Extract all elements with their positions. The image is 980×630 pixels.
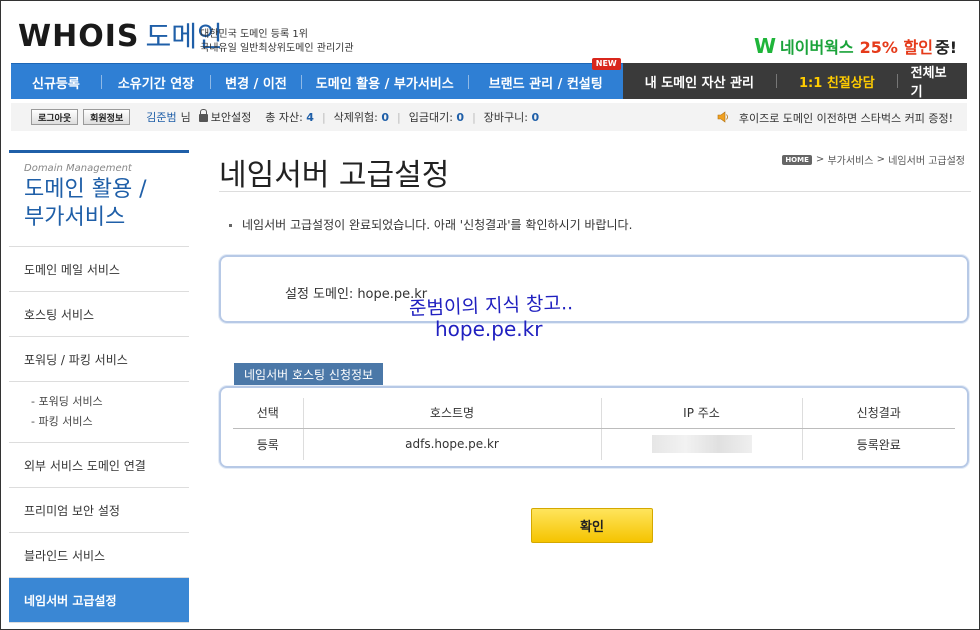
domain-row: 설정 도메인: hope.pe.kr	[285, 283, 427, 302]
nav-item-consult[interactable]: 1:1 친절상담	[777, 63, 897, 99]
stat-total-assets[interactable]: 총 자산: 4	[265, 109, 314, 125]
stat-delete-risk[interactable]: 삭제위험: 0	[334, 109, 389, 125]
nav-secondary: 내 도메인 자산 관리 1:1 친절상담 전체보기	[622, 63, 967, 100]
user-suffix: 님	[180, 111, 191, 124]
transfer-promo-notice[interactable]: 후이즈로 도메인 이전하면 스타벅스 커피 증정!	[739, 110, 953, 126]
nav-item-extend[interactable]: 소유기간 연장	[102, 64, 210, 100]
sidebar-item-forwarding-parking[interactable]: 포워딩 / 파킹 서비스	[9, 337, 189, 382]
completion-notice: 네임서버 고급설정이 완료되었습니다. 아래 '신청결과'를 확인하시기 바랍니…	[229, 216, 632, 233]
ip-redacted	[651, 435, 752, 454]
promo-discount: 25% 할인	[859, 38, 933, 57]
speaker-icon	[717, 111, 728, 123]
stat-value: 0	[456, 111, 465, 124]
logout-button[interactable]: 로그아웃	[31, 109, 79, 125]
breadcrumb-item[interactable]: 부가서비스	[827, 152, 873, 167]
sidebar-subtitle: Domain Management	[24, 163, 132, 174]
stat-label: 장바구니:	[483, 111, 528, 124]
stat-value: 4	[306, 111, 314, 124]
nav-item-new-registration[interactable]: 신규등록	[11, 64, 101, 100]
section-tab-hosting-info: 네임서버 호스팅 신청정보	[234, 363, 384, 386]
promo-banner[interactable]: W 네이버웍스 25% 할인 중!	[754, 34, 957, 58]
promo-brand: 네이버웍스	[780, 38, 854, 57]
sidebar-title: 도메인 활용 / 부가서비스	[24, 176, 189, 232]
breadcrumb-separator: >	[876, 154, 886, 165]
sidebar-header: Domain Management 도메인 활용 / 부가서비스	[9, 150, 189, 247]
hosting-table: 선택 호스트명 IP 주소 신청결과 등록 adfs.hope.pe.kr 등록…	[233, 398, 955, 460]
nav-item-domain-services[interactable]: 도메인 활용 / 부가서비스	[302, 64, 468, 100]
breadcrumb-separator: >	[815, 154, 825, 165]
user-name[interactable]: 김준범	[146, 109, 176, 125]
watermark-domain: hope.pe.kr	[435, 317, 543, 341]
sidebar-item-blind-service[interactable]: 블라인드 서비스	[9, 533, 189, 578]
promo-suffix: 중!	[934, 38, 957, 57]
column-header-hostname: 호스트명	[303, 398, 602, 429]
lock-icon	[198, 109, 208, 122]
completion-notice-text: 네임서버 고급설정이 완료되었습니다. 아래 '신청결과'를 확인하시기 바랍니…	[242, 218, 633, 232]
sidebar-item-external-connect[interactable]: 외부 서비스 도메인 연결	[9, 443, 189, 488]
cell-ip	[601, 428, 803, 460]
sidebar-subitem-forwarding[interactable]: - 포워딩 서비스	[31, 392, 189, 412]
column-header-select: 선택	[233, 398, 304, 429]
nav-primary: 신규등록 소유기간 연장 변경 / 이전 도메인 활용 / 부가서비스 브랜드 …	[11, 58, 623, 100]
stat-label: 삭제위험:	[333, 111, 378, 124]
domain-info-box: 설정 도메인: hope.pe.kr	[219, 255, 969, 323]
nav-item-change-transfer[interactable]: 변경 / 이전	[211, 64, 301, 100]
stat-divider: |	[397, 110, 401, 124]
stat-cart[interactable]: 장바구니: 0	[484, 109, 539, 125]
tagline-line-2: 국내유일 일반최상위도메인 관리기관	[200, 43, 354, 54]
stat-divider: |	[472, 110, 476, 124]
bullet-icon	[229, 224, 232, 227]
sidebar-title-line-2: 부가서비스	[24, 205, 126, 230]
new-badge: NEW	[591, 58, 621, 70]
sidebar-subitems: - 포워딩 서비스 - 파킹 서비스	[9, 382, 189, 443]
stat-pending-payment[interactable]: 입금대기: 0	[409, 109, 464, 125]
hosting-table-box: 선택 호스트명 IP 주소 신청결과 등록 adfs.hope.pe.kr 등록…	[219, 386, 969, 468]
stat-label: 입금대기:	[408, 111, 453, 124]
security-settings-link[interactable]: 보안설정	[211, 109, 251, 125]
table-row: 등록 adfs.hope.pe.kr 등록완료	[233, 428, 955, 460]
nav-item-view-all[interactable]: 전체보기	[898, 63, 967, 100]
breadcrumb: HOME > 부가서비스 > 네임서버 고급설정	[782, 152, 965, 167]
column-header-result: 신청결과	[802, 398, 955, 429]
member-info-button[interactable]: 회원정보	[83, 109, 131, 125]
confirm-button[interactable]: 확인	[531, 508, 653, 543]
stat-value: 0	[381, 111, 390, 124]
nav-item-brand-consulting[interactable]: 브랜드 관리 / 컨설팅 NEW	[469, 58, 623, 100]
domain-label: 설정 도메인:	[285, 287, 354, 302]
table-header-row: 선택 호스트명 IP 주소 신청결과	[233, 398, 955, 429]
sidebar-title-line-1: 도메인 활용 /	[24, 177, 147, 202]
header: WHOIS 도메인 대한민국 도메인 등록 1위 국내유일 일반최상위도메인 관…	[1, 1, 979, 63]
nav-item-my-assets[interactable]: 내 도메인 자산 관리	[623, 63, 776, 99]
home-icon[interactable]: HOME	[782, 154, 812, 165]
stat-label: 총 자산:	[265, 111, 303, 124]
page-title: 네임서버 고급설정	[219, 158, 450, 193]
sidebar-item-hosting[interactable]: 호스팅 서비스	[9, 292, 189, 337]
tagline: 대한민국 도메인 등록 1위 국내유일 일반최상위도메인 관리기관	[200, 28, 354, 56]
column-header-ip: IP 주소	[601, 398, 803, 429]
naver-works-logo-icon: W	[753, 34, 777, 58]
stat-value: 0	[531, 111, 540, 124]
cell-result: 등록완료	[856, 437, 901, 452]
sidebar: Domain Management 도메인 활용 / 부가서비스 도메인 메일 …	[9, 150, 189, 623]
page-frame: WHOIS 도메인 대한민국 도메인 등록 1위 국내유일 일반최상위도메인 관…	[0, 0, 980, 630]
user-bar: 로그아웃 회원정보 김준범 님 보안설정 총 자산: 4 | 삭제위험: 0 |…	[11, 103, 967, 131]
watermark-text: 준범이의 지식 창고..	[408, 292, 574, 320]
tagline-line-1: 대한민국 도메인 등록 1위	[200, 29, 308, 40]
stat-divider: |	[321, 110, 326, 124]
logo[interactable]: WHOIS 도메인	[18, 21, 223, 53]
sidebar-item-premium-security[interactable]: 프리미엄 보안 설정	[9, 488, 189, 533]
sidebar-subitem-parking[interactable]: - 파킹 서비스	[31, 412, 189, 432]
breadcrumb-current: 네임서버 고급설정	[888, 156, 965, 167]
cell-select: 등록	[233, 428, 304, 460]
main-nav: 신규등록 소유기간 연장 변경 / 이전 도메인 활용 / 부가서비스 브랜드 …	[11, 58, 967, 100]
sidebar-item-domain-mail[interactable]: 도메인 메일 서비스	[9, 247, 189, 292]
cell-hostname: adfs.hope.pe.kr	[303, 428, 602, 460]
logo-whois-text: WHOIS	[18, 19, 140, 54]
nav-item-brand-label: 브랜드 관리 / 컨설팅	[488, 76, 603, 92]
title-divider	[219, 191, 971, 192]
sidebar-item-nameserver-advanced[interactable]: 네임서버 고급설정	[9, 578, 189, 623]
